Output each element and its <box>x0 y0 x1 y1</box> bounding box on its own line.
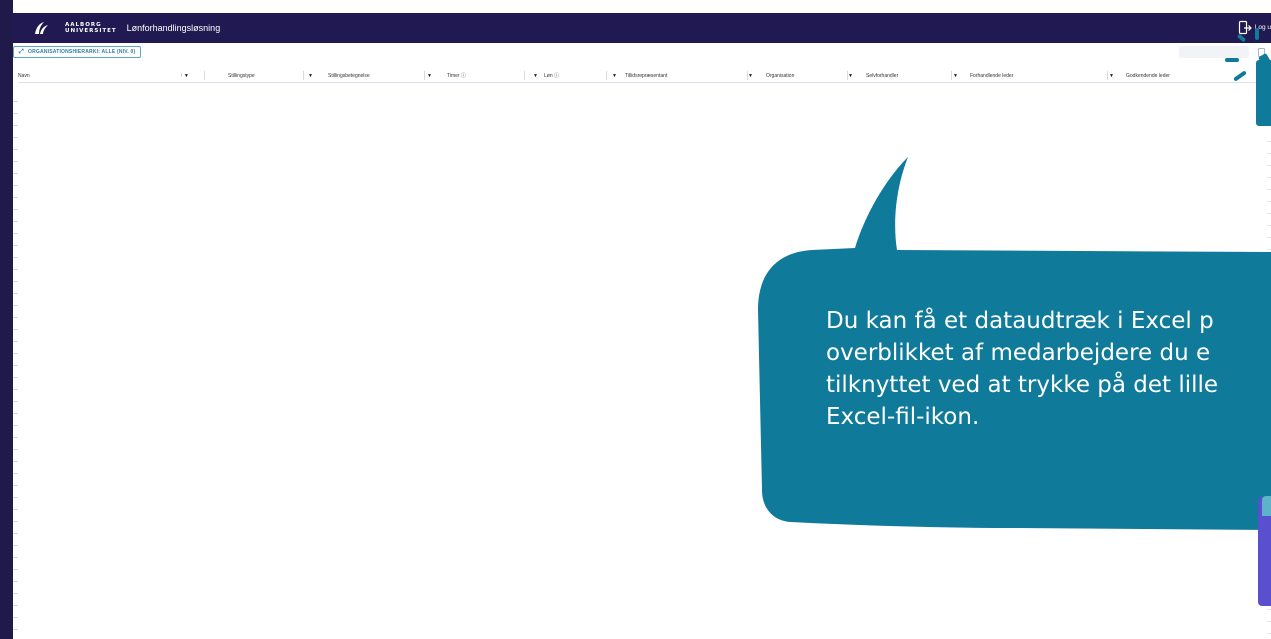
app-window: AALBORG UNIVERSITET Lønforhandlingsløsni… <box>0 0 1271 639</box>
tooltip-text: Du kan få et dataudtræk i Excel p overbl… <box>826 305 1271 433</box>
tooltip-line: tilknyttet ved at trykke på det lille <box>826 372 1219 398</box>
tooltip-line: Du kan få et dataudtræk i Excel p <box>826 308 1214 334</box>
panel-accent <box>1262 496 1271 516</box>
tooltip-line: overblikket af medarbejdere du e <box>826 340 1211 366</box>
tooltip-line: Excel-fil-ikon. <box>826 404 980 430</box>
